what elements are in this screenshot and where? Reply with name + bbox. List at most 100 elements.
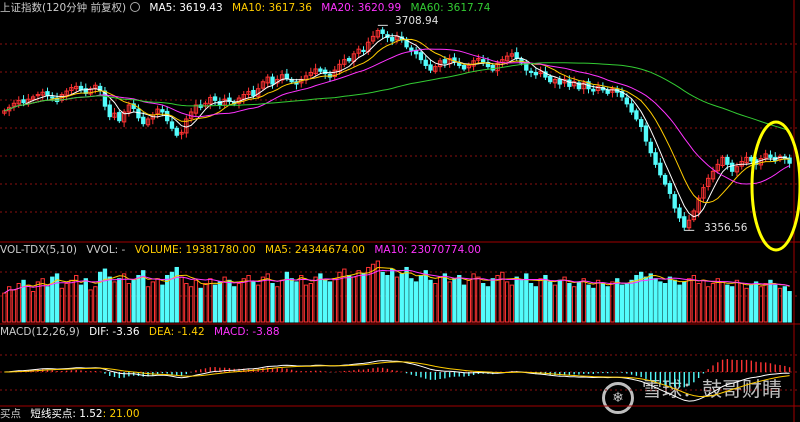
volume-bar <box>729 286 735 323</box>
volume-bar <box>571 286 577 323</box>
volume-bar <box>686 278 692 323</box>
volume-bar <box>270 283 275 323</box>
candle-body <box>45 91 50 97</box>
volume-bar <box>361 273 366 323</box>
volume-bar <box>246 274 251 323</box>
volume-bar <box>629 279 634 323</box>
volume-bar <box>78 284 84 323</box>
volume-bar <box>346 274 352 323</box>
candle-body <box>457 62 462 66</box>
candle-body <box>528 70 534 73</box>
volume-bar <box>88 289 93 323</box>
volume-bar <box>773 284 778 323</box>
candle-body <box>729 162 735 172</box>
volume-bar <box>715 278 720 323</box>
volume-bar <box>706 286 711 323</box>
candle-body <box>653 152 658 165</box>
volume-bar <box>299 274 304 323</box>
volume-bar <box>236 283 242 323</box>
volume-bar <box>447 281 452 323</box>
candle-body <box>629 103 634 113</box>
candle-body <box>141 116 146 125</box>
volume-bar <box>581 278 586 323</box>
candle-body <box>346 57 352 62</box>
volume-bar <box>83 278 88 323</box>
candle-body <box>160 109 165 113</box>
volume-bar <box>11 289 17 323</box>
volume-bar <box>586 284 591 323</box>
volume-bar <box>557 279 562 323</box>
candle-body <box>136 108 141 119</box>
candle-body <box>21 99 26 104</box>
candle-body <box>428 64 433 71</box>
volume-bar <box>490 278 495 323</box>
candle-body <box>117 112 122 122</box>
candle-body <box>533 71 539 76</box>
volume-bar <box>677 284 682 323</box>
volume-bar <box>667 276 673 323</box>
candle-body <box>361 49 366 52</box>
volume-bar <box>543 274 548 323</box>
candle-body <box>318 68 323 72</box>
candle-body <box>672 194 677 209</box>
volume-bar <box>150 281 155 323</box>
volume-bar <box>7 286 12 323</box>
volume-bar <box>682 281 687 323</box>
candle-body <box>423 59 428 66</box>
candle-body <box>169 121 175 129</box>
candle-body <box>418 52 424 61</box>
candle-body <box>648 141 653 154</box>
volume-bar <box>753 281 759 323</box>
volume-bar <box>64 283 69 323</box>
volume-bar <box>509 284 515 323</box>
volume-bar <box>471 273 476 323</box>
volume-bar <box>744 287 749 323</box>
volume-bar <box>725 284 730 323</box>
volume-bar <box>624 283 629 323</box>
volume-bar <box>366 266 371 323</box>
volume-bar <box>279 279 285 323</box>
candle-body <box>490 64 495 71</box>
volume-bar <box>2 292 7 323</box>
volume-bar <box>591 287 596 323</box>
volume-bar <box>59 287 65 323</box>
candle-body <box>662 174 668 185</box>
volume-bar <box>165 274 170 323</box>
candle-body <box>557 78 562 85</box>
volume-bar <box>126 283 132 323</box>
volume-bar <box>423 270 428 323</box>
volume-bar <box>112 281 117 323</box>
volume-bar <box>749 284 754 323</box>
volume-bar <box>323 279 328 323</box>
volume-bar <box>351 276 357 323</box>
volume-bar <box>409 278 414 323</box>
candle-body <box>677 207 682 219</box>
volume-bar <box>777 287 783 323</box>
volume-bar <box>289 278 294 323</box>
candle-body <box>768 154 773 158</box>
volume-bar <box>327 281 333 323</box>
volume-bar <box>658 281 663 323</box>
volume-bar <box>576 281 582 323</box>
volume-bar <box>97 271 103 323</box>
volume-bar <box>131 279 136 323</box>
volume-bar <box>461 284 467 323</box>
volume-bar <box>102 268 108 323</box>
volume-bar <box>691 274 697 323</box>
volume-bar <box>188 286 194 323</box>
volume-bar <box>26 284 31 323</box>
volume-bar <box>763 283 768 323</box>
volume-bar <box>380 271 385 323</box>
volume-bar <box>313 276 318 323</box>
candle-body <box>667 183 673 194</box>
volume-bar <box>514 276 519 323</box>
candle-body <box>270 76 275 85</box>
volume-bar <box>332 278 337 323</box>
candle-body <box>390 37 395 42</box>
candle-body <box>624 97 629 105</box>
highlight-ellipse <box>750 120 800 252</box>
volume-bar <box>69 279 74 323</box>
volume-bar <box>160 284 165 323</box>
candle-body <box>643 125 649 142</box>
volume-bar <box>466 279 471 323</box>
